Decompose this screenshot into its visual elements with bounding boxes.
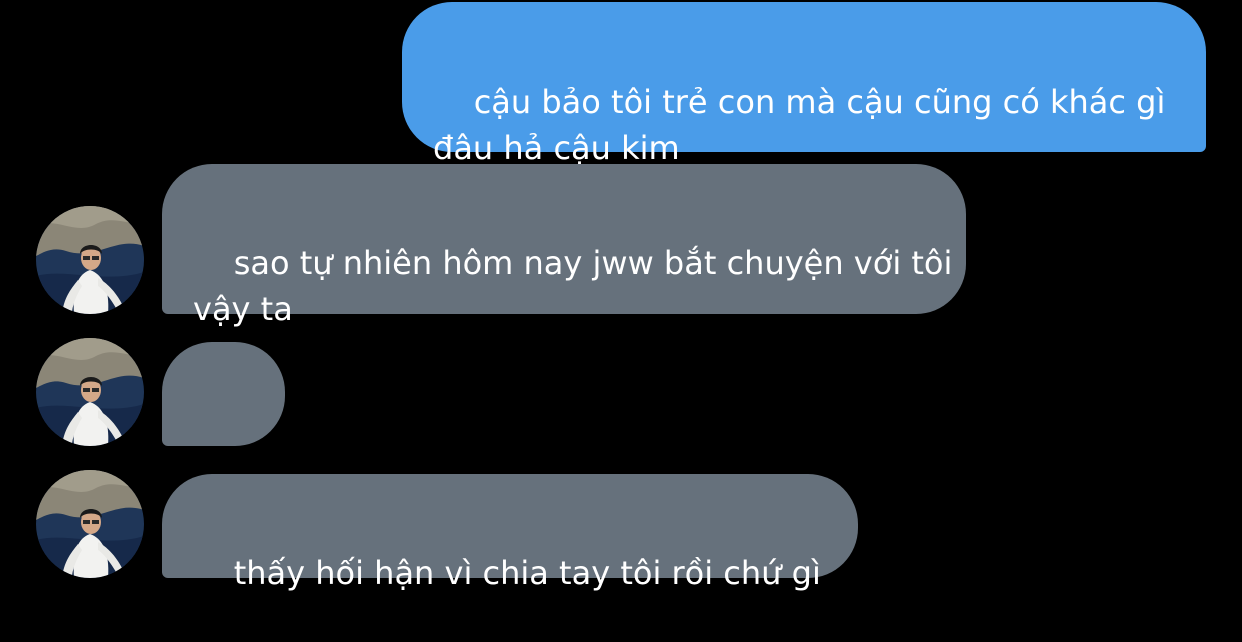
message-text: thấy hối hận vì chia tay tôi rồi chứ gì — [233, 554, 821, 592]
contact-avatar[interactable] — [36, 206, 144, 314]
message-text: cậu bảo tôi trẻ con mà cậu cũng có khác … — [433, 83, 1176, 167]
contact-avatar[interactable] — [36, 338, 144, 446]
incoming-message-bubble[interactable]: sao tự nhiên hôm nay jww bắt chuyện với … — [162, 164, 966, 328]
avatar-photo-icon — [36, 206, 144, 314]
message-text: sao tự nhiên hôm nay jww bắt chuyện với … — [193, 244, 963, 328]
incoming-message-bubble[interactable]: thấy hối hận vì chia tay tôi rồi chứ gì — [162, 474, 858, 592]
outgoing-message-bubble[interactable]: cậu bảo tôi trẻ con mà cậu cũng có khác … — [402, 2, 1206, 167]
avatar-photo-icon — [36, 338, 144, 446]
avatar-photo-icon — [36, 470, 144, 578]
contact-avatar[interactable] — [36, 470, 144, 578]
incoming-message-bubble[interactable]: sao — [162, 342, 285, 506]
